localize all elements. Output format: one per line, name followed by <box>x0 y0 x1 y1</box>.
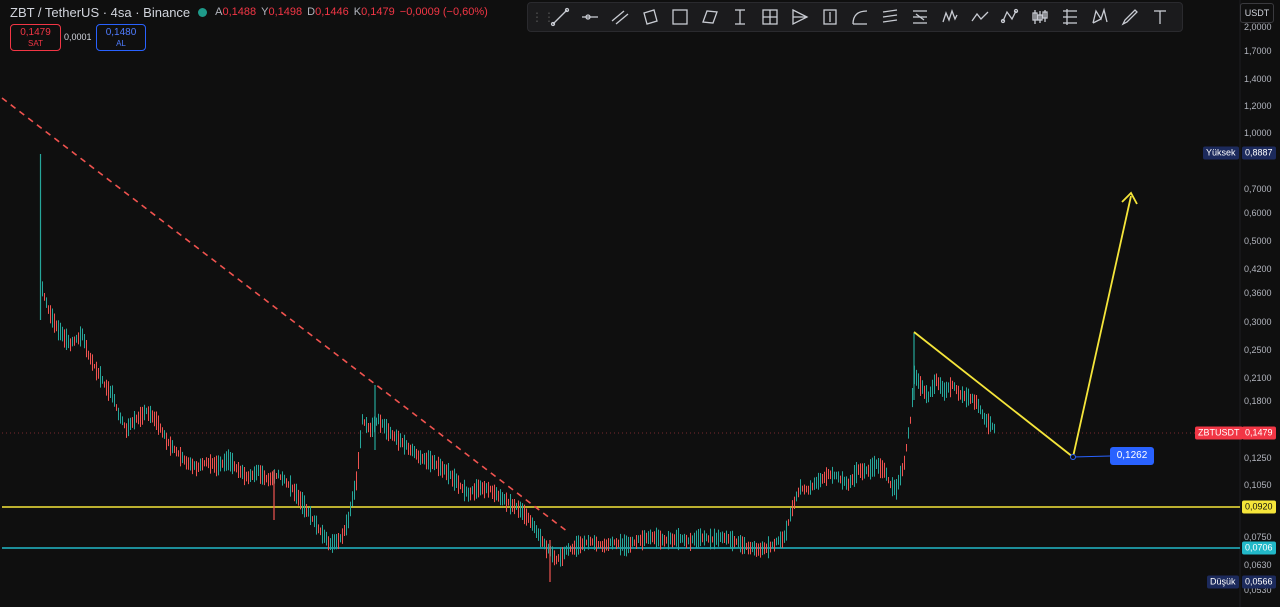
high-tag-label: Yüksek <box>1203 146 1239 160</box>
target-connector <box>1072 455 1111 458</box>
market-status-icon <box>198 7 208 17</box>
candles-icon[interactable] <box>1025 3 1055 31</box>
symbol-header: ZBT / TetherUS · 4sa · Binance A 0,1488 Y… <box>10 4 493 20</box>
fib-retracement-icon[interactable] <box>875 3 905 31</box>
price-axis-label: 0,1050 <box>1244 480 1272 490</box>
parallel-channel-icon[interactable] <box>605 3 635 31</box>
price-axis-label: 0,6000 <box>1244 208 1272 218</box>
price-axis-label: 0,2100 <box>1244 373 1272 383</box>
symbol-tag: ZBTUSDT <box>1195 426 1243 440</box>
ohlc-high-label: Y <box>261 6 269 18</box>
high-tag-value: 0,8887 <box>1242 146 1276 160</box>
buy-button[interactable]: 0,1480 AL <box>96 24 146 51</box>
price-axis-label: 2,0000 <box>1244 22 1272 32</box>
xabcd-pattern-icon[interactable] <box>1085 3 1115 31</box>
price-axis-label: 0,2500 <box>1244 345 1272 355</box>
price-axis-label: 1,2000 <box>1244 101 1272 111</box>
symbol-title[interactable]: ZBT / TetherUS · 4sa · Binance <box>10 5 190 20</box>
support2-price-tag: 0,0706 <box>1242 541 1276 555</box>
price-axis-label: 0,1800 <box>1244 396 1272 406</box>
price-chart[interactable] <box>0 0 1280 607</box>
cross-line-icon[interactable] <box>755 3 785 31</box>
fib-fan-icon[interactable] <box>785 3 815 31</box>
downtrend-line <box>1 97 569 533</box>
price-axis-label: 0,0750 <box>1244 532 1272 542</box>
currency-button[interactable]: USDT <box>1240 3 1274 23</box>
ohlc-open-label: A <box>215 6 223 18</box>
brush-icon[interactable] <box>1115 3 1145 31</box>
price-axis-label: 1,4000 <box>1244 74 1272 84</box>
buy-label: AL <box>116 39 126 48</box>
support1-price-tag: 0,0920 <box>1242 500 1276 514</box>
zigzag-icon[interactable] <box>965 3 995 31</box>
buy-price: 0,1480 <box>105 27 137 38</box>
trend-line-icon[interactable] <box>545 3 575 31</box>
ohlc-high-value: 0,1498 <box>268 6 303 18</box>
price-note-icon[interactable] <box>815 3 845 31</box>
target-anchor-point <box>1070 454 1076 460</box>
drag-handle-icon[interactable]: ⋮⋮ <box>531 10 555 24</box>
price-axis-label: 0,0630 <box>1244 560 1272 570</box>
sell-label: SAT <box>28 39 43 48</box>
gann-box-icon[interactable] <box>1055 3 1085 31</box>
rotated-rectangle-icon[interactable] <box>635 3 665 31</box>
text-icon[interactable] <box>1145 3 1175 31</box>
pitchfork-icon[interactable] <box>935 3 965 31</box>
price-axis-label: 1,0000 <box>1244 128 1272 138</box>
price-axis-label: 0,1250 <box>1244 453 1272 463</box>
target-price-label[interactable]: 0,1262 <box>1110 447 1154 465</box>
low-tag-value: 0,0566 <box>1242 575 1276 589</box>
current-price-tag: 0,1479 <box>1242 426 1276 440</box>
rectangle-icon[interactable] <box>665 3 695 31</box>
ohlc-close-value: 0,1479 <box>361 6 395 18</box>
price-axis-label: 1,7000 <box>1244 46 1272 56</box>
ohlc-low-label: D <box>307 6 316 18</box>
sell-price: 0,1479 <box>20 27 51 38</box>
ohlc-change-value: −0,0009 (−0,60%) <box>399 6 488 18</box>
spread-value: 0,0001 <box>64 32 92 42</box>
ohlc-close-label: K <box>353 6 362 18</box>
price-axis-label: 0,5000 <box>1244 236 1272 246</box>
low-tag-label: Düşük <box>1207 575 1239 589</box>
price-axis-label: 0,3000 <box>1244 317 1272 327</box>
vertical-cursor-icon[interactable] <box>725 3 755 31</box>
arc-icon[interactable] <box>845 3 875 31</box>
price-axis-label: 0,4200 <box>1244 264 1272 274</box>
forecast-up-line <box>1072 195 1132 458</box>
price-axis-label: 0,7000 <box>1244 184 1272 194</box>
sell-button[interactable]: 0,1479 SAT <box>10 24 61 51</box>
drawing-toolbar: ⋮⋮ <box>527 2 1183 32</box>
fib-levels-icon[interactable] <box>905 3 935 31</box>
forecast-down-line <box>913 331 1074 458</box>
price-axis-label: 0,3600 <box>1244 288 1272 298</box>
horizontal-ray-icon[interactable] <box>575 3 605 31</box>
ohlc-low-value: 0,1446 <box>315 6 349 18</box>
parallelogram-icon[interactable] <box>695 3 725 31</box>
pattern-icon[interactable] <box>995 3 1025 31</box>
ohlc-open-value: 0,1488 <box>222 6 257 18</box>
